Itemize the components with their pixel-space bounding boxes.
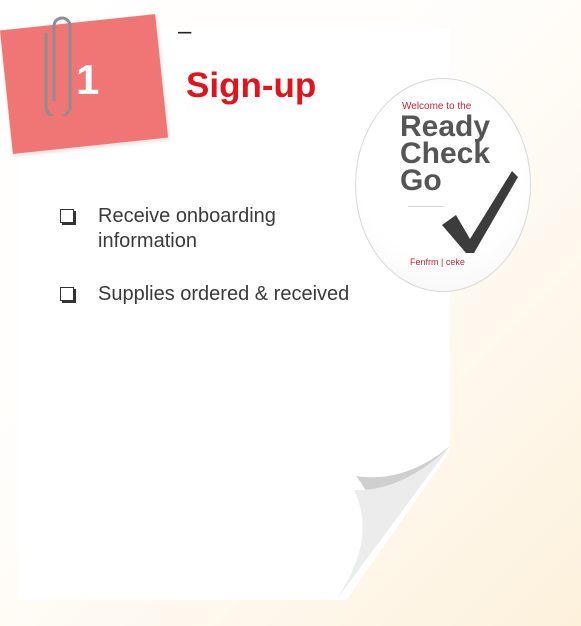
list-item: Supplies ordered & received (60, 282, 350, 307)
list-item: Receive onboarding information (60, 204, 350, 254)
title-dash: – (178, 18, 192, 45)
checkmark-icon (442, 171, 518, 253)
checklist: Receive onboarding information Supplies … (60, 204, 350, 335)
ready-check-go-logo: Welcome to the Ready Check Go —————— Fen… (355, 78, 531, 292)
logo-word-go: Go (400, 164, 442, 197)
step-number: 1 (76, 56, 100, 103)
page-title: Sign-up (186, 66, 317, 105)
logo-footer: Fenfrm | ceke (410, 257, 465, 267)
paperclip-icon (44, 16, 72, 116)
checkbox-icon[interactable] (60, 287, 74, 301)
page-curl (336, 446, 450, 600)
checklist-item-label: Receive onboarding information (98, 205, 276, 252)
logo-small-print: —————— (408, 204, 444, 210)
checklist-item-label: Supplies ordered & received (98, 283, 350, 305)
checkbox-icon[interactable] (60, 209, 74, 223)
